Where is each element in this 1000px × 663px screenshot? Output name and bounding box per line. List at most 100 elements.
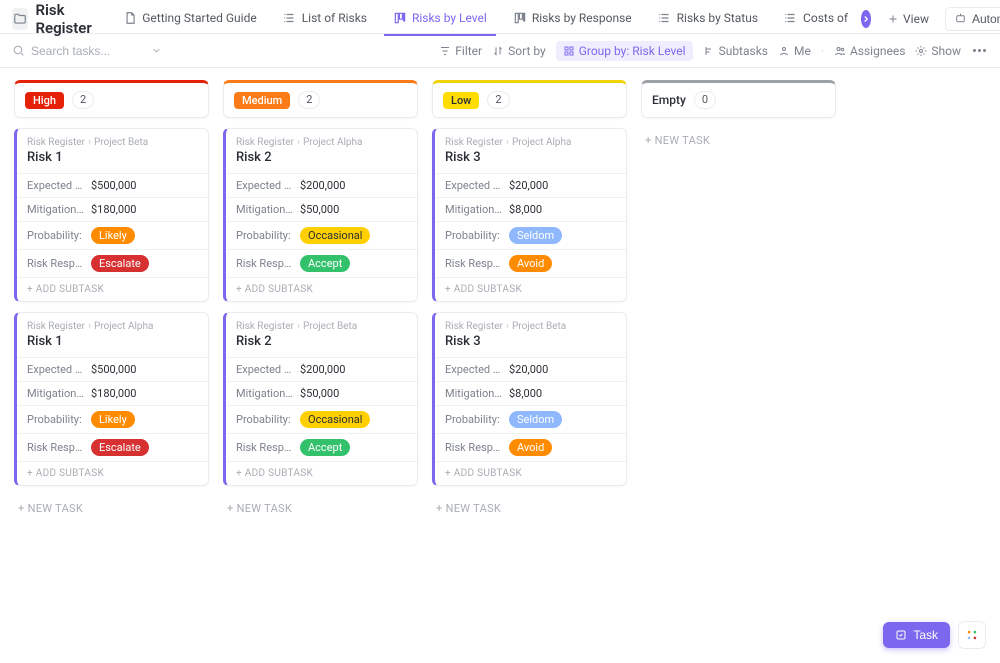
field-probability: Probability:Occasional bbox=[226, 405, 417, 433]
field-risk-response: Risk Respo…Avoid bbox=[435, 433, 626, 461]
breadcrumb-project: Project Alpha bbox=[512, 137, 572, 148]
column-header[interactable]: Low2 bbox=[432, 80, 627, 118]
field-label: Expected C… bbox=[445, 179, 503, 192]
view-tab-label: List of Risks bbox=[302, 11, 367, 25]
assignees-button[interactable]: Assignees bbox=[834, 44, 905, 58]
field-risk-response: Risk Respo…Avoid bbox=[435, 249, 626, 277]
groupby-button[interactable]: Group by: Risk Level bbox=[556, 41, 693, 61]
show-button[interactable]: Show bbox=[915, 44, 961, 58]
breadcrumb-root: Risk Register bbox=[27, 321, 85, 332]
field-label: Mitigation … bbox=[236, 387, 294, 400]
automate-button[interactable]: Automate bbox=[945, 7, 1000, 31]
apps-fab[interactable] bbox=[958, 621, 986, 649]
search-input[interactable] bbox=[31, 44, 141, 58]
chevron-right-icon: › bbox=[297, 137, 300, 148]
column-header[interactable]: Empty0 bbox=[641, 80, 836, 118]
new-task-button[interactable]: + NEW TASK bbox=[432, 496, 627, 521]
view-tab[interactable]: Risks by Response bbox=[504, 2, 641, 36]
me-button[interactable]: Me bbox=[778, 44, 811, 58]
add-subtask-button[interactable]: + ADD SUBTASK bbox=[435, 277, 626, 301]
view-tab[interactable]: Risks by Status bbox=[649, 2, 767, 36]
breadcrumb: Risk Register›Project Beta bbox=[17, 129, 208, 148]
field-risk-response: Risk Respo…Accept bbox=[226, 249, 417, 277]
new-task-button[interactable]: + NEW TASK bbox=[14, 496, 209, 521]
field-label: Expected C… bbox=[445, 363, 503, 376]
filter-button[interactable]: Filter bbox=[439, 44, 482, 58]
view-tab[interactable]: Risks by Level bbox=[384, 2, 496, 36]
task-card[interactable]: Risk Register›Project AlphaRisk 1Expecte… bbox=[14, 312, 209, 486]
add-view-button[interactable]: View bbox=[879, 12, 937, 26]
field-mitigation: Mitigation … $50,000 bbox=[226, 381, 417, 405]
breadcrumb-root: Risk Register bbox=[236, 321, 294, 332]
filter-label: Filter bbox=[455, 44, 482, 58]
view-tab[interactable]: Getting Started Guide bbox=[114, 2, 265, 36]
sort-icon bbox=[492, 45, 504, 57]
task-icon bbox=[895, 629, 907, 641]
field-label: Risk Respo… bbox=[445, 257, 503, 270]
field-label: Expected C… bbox=[27, 363, 85, 376]
view-icon bbox=[513, 11, 527, 25]
task-card[interactable]: Risk Register›Project BetaRisk 3Expected… bbox=[432, 312, 627, 486]
page-title: Risk Register bbox=[36, 1, 99, 37]
add-subtask-button[interactable]: + ADD SUBTASK bbox=[17, 277, 208, 301]
breadcrumb-root: Risk Register bbox=[445, 137, 503, 148]
folder-icon bbox=[12, 8, 28, 30]
add-subtask-button[interactable]: + ADD SUBTASK bbox=[226, 277, 417, 301]
add-subtask-button[interactable]: + ADD SUBTASK bbox=[435, 461, 626, 485]
more-views-button[interactable] bbox=[861, 10, 871, 28]
apps-icon bbox=[965, 628, 979, 642]
field-label: Probability: bbox=[27, 413, 85, 426]
field-value: $180,000 bbox=[91, 203, 136, 216]
response-chip: Escalate bbox=[91, 255, 149, 272]
breadcrumb-project: Project Beta bbox=[303, 321, 357, 332]
field-expected-cost: Expected C…$500,000 bbox=[17, 173, 208, 197]
column-header[interactable]: Medium2 bbox=[223, 80, 418, 118]
field-value: $500,000 bbox=[91, 179, 136, 192]
breadcrumb: Risk Register›Project Beta bbox=[435, 313, 626, 332]
new-task-button[interactable]: + NEW TASK bbox=[223, 496, 418, 521]
field-probability: Probability:Likely bbox=[17, 221, 208, 249]
subtasks-button[interactable]: Subtasks bbox=[703, 44, 768, 58]
breadcrumb-project: Project Beta bbox=[512, 321, 566, 332]
field-label: Risk Respo… bbox=[236, 257, 294, 270]
board-column-high: High2 Risk Register›Project BetaRisk 1Exp… bbox=[14, 80, 209, 651]
view-tab[interactable]: List of Risks bbox=[274, 2, 376, 36]
field-label: Probability: bbox=[445, 413, 503, 426]
probability-chip: Occasional bbox=[300, 227, 370, 244]
field-label: Probability: bbox=[27, 229, 85, 242]
task-title: Risk 3 bbox=[435, 148, 626, 173]
field-label: Mitigation … bbox=[445, 387, 503, 400]
field-label: Probability: bbox=[445, 229, 503, 242]
column-label: Low bbox=[443, 92, 479, 109]
field-value: $20,000 bbox=[509, 363, 548, 376]
response-chip: Avoid bbox=[509, 439, 552, 456]
breadcrumb-project: Project Alpha bbox=[94, 321, 154, 332]
column-label: Medium bbox=[234, 92, 290, 109]
field-value: $8,000 bbox=[509, 387, 542, 400]
field-value: $50,000 bbox=[300, 387, 339, 400]
view-tab[interactable]: Costs of bbox=[775, 2, 857, 36]
new-task-fab-label: Task bbox=[913, 628, 938, 642]
more-menu-button[interactable] bbox=[971, 49, 988, 52]
field-label: Expected C… bbox=[236, 363, 294, 376]
sortby-button[interactable]: Sort by bbox=[492, 44, 546, 58]
add-subtask-button[interactable]: + ADD SUBTASK bbox=[226, 461, 417, 485]
task-card[interactable]: Risk Register›Project BetaRisk 2Expected… bbox=[223, 312, 418, 486]
task-title: Risk 3 bbox=[435, 332, 626, 357]
column-header[interactable]: High2 bbox=[14, 80, 209, 118]
new-task-button[interactable]: + NEW TASK bbox=[641, 128, 836, 153]
task-card[interactable]: Risk Register›Project AlphaRisk 3Expecte… bbox=[432, 128, 627, 302]
field-expected-cost: Expected C… $20,000 bbox=[435, 357, 626, 381]
field-expected-cost: Expected C…$200,000 bbox=[226, 357, 417, 381]
chevron-down-icon[interactable] bbox=[151, 45, 162, 56]
add-subtask-button[interactable]: + ADD SUBTASK bbox=[17, 461, 208, 485]
view-tab-label: Risks by Response bbox=[532, 11, 632, 25]
sortby-label: Sort by bbox=[508, 44, 546, 58]
task-card[interactable]: Risk Register›Project AlphaRisk 2Expecte… bbox=[223, 128, 418, 302]
field-label: Probability: bbox=[236, 229, 294, 242]
new-task-fab[interactable]: Task bbox=[883, 622, 950, 648]
task-card[interactable]: Risk Register›Project BetaRisk 1Expected… bbox=[14, 128, 209, 302]
column-label: High bbox=[25, 92, 64, 109]
view-icon bbox=[658, 11, 672, 25]
field-probability: Probability:Likely bbox=[17, 405, 208, 433]
